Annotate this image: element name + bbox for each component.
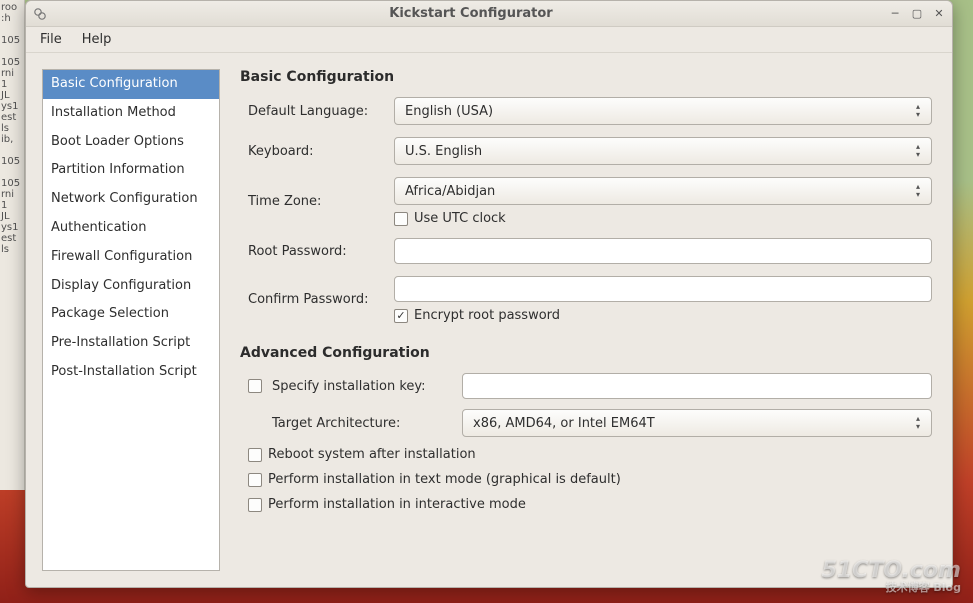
target-arch-value: x86, AMD64, or Intel EM64T (473, 416, 655, 431)
reboot-checkbox[interactable] (248, 448, 262, 462)
default-language-combo[interactable]: English (USA) ▴▾ (394, 97, 932, 125)
target-arch-combo[interactable]: x86, AMD64, or Intel EM64T ▴▾ (462, 409, 932, 437)
sidebar-item-package-selection[interactable]: Package Selection (43, 300, 219, 329)
interactive-label: Perform installation in interactive mode (268, 497, 526, 512)
timezone-combo[interactable]: Africa/Abidjan ▴▾ (394, 177, 932, 205)
sidebar-item-display-configuration[interactable]: Display Configuration (43, 272, 219, 301)
app-icon (32, 6, 48, 22)
sidebar-item-firewall-configuration[interactable]: Firewall Configuration (43, 243, 219, 272)
close-button[interactable]: ✕ (932, 7, 946, 21)
root-password-label: Root Password: (248, 244, 388, 259)
textmode-checkbox[interactable] (248, 473, 262, 487)
specify-key-label: Specify installation key: (272, 379, 452, 394)
sidebar-item-basic-configuration[interactable]: Basic Configuration (43, 70, 219, 99)
sidebar-item-authentication[interactable]: Authentication (43, 214, 219, 243)
maximize-button[interactable]: ▢ (910, 7, 924, 21)
confirm-password-input[interactable] (394, 276, 932, 302)
window-title: Kickstart Configurator (54, 6, 888, 21)
advanced-section: Advanced Configuration Specify installat… (240, 345, 932, 512)
sidebar-item-boot-loader-options[interactable]: Boot Loader Options (43, 128, 219, 157)
keyboard-value: U.S. English (405, 144, 482, 159)
root-password-input[interactable] (394, 238, 932, 264)
default-language-label: Default Language: (248, 104, 388, 119)
timezone-value: Africa/Abidjan (405, 184, 495, 199)
chevron-updown-icon: ▴▾ (909, 412, 927, 434)
main-panel: Basic Configuration Default Language: En… (240, 69, 936, 571)
reboot-label: Reboot system after installation (268, 447, 476, 462)
keyboard-combo[interactable]: U.S. English ▴▾ (394, 137, 932, 165)
sidebar-item-installation-method[interactable]: Installation Method (43, 99, 219, 128)
advanced-config-heading: Advanced Configuration (240, 345, 932, 361)
specify-key-checkbox[interactable] (248, 379, 262, 393)
menu-file[interactable]: File (32, 29, 70, 50)
sidebar: Basic ConfigurationInstallation MethodBo… (42, 69, 220, 571)
utc-checkbox[interactable] (394, 212, 408, 226)
chevron-updown-icon: ▴▾ (909, 140, 927, 162)
encrypt-label: Encrypt root password (414, 308, 560, 323)
window-controls: ─ ▢ ✕ (888, 7, 946, 21)
keyboard-label: Keyboard: (248, 144, 388, 159)
sidebar-item-network-configuration[interactable]: Network Configuration (43, 185, 219, 214)
target-arch-label: Target Architecture: (272, 416, 452, 431)
specify-key-input[interactable] (462, 373, 932, 399)
basic-config-heading: Basic Configuration (240, 69, 932, 85)
background-terminal-strip: roo :h 105 105 rni 1 JL ys1 est ls ib, 1… (0, 0, 25, 490)
interactive-checkbox[interactable] (248, 498, 262, 512)
chevron-updown-icon: ▴▾ (909, 100, 927, 122)
utc-label: Use UTC clock (414, 211, 506, 226)
menu-help[interactable]: Help (74, 29, 120, 50)
textmode-label: Perform installation in text mode (graph… (268, 472, 621, 487)
default-language-value: English (USA) (405, 104, 493, 119)
minimize-button[interactable]: ─ (888, 7, 902, 21)
encrypt-checkbox[interactable] (394, 309, 408, 323)
sidebar-item-post-installation-script[interactable]: Post-Installation Script (43, 358, 219, 387)
window-body: Basic ConfigurationInstallation MethodBo… (26, 53, 952, 587)
titlebar: Kickstart Configurator ─ ▢ ✕ (26, 1, 952, 27)
sidebar-item-pre-installation-script[interactable]: Pre-Installation Script (43, 329, 219, 358)
chevron-updown-icon: ▴▾ (909, 180, 927, 202)
menubar: File Help (26, 27, 952, 53)
configurator-window: Kickstart Configurator ─ ▢ ✕ File Help B… (25, 0, 953, 588)
basic-form: Default Language: English (USA) ▴▾ Keybo… (240, 97, 932, 323)
timezone-label: Time Zone: (248, 194, 388, 209)
sidebar-item-partition-information[interactable]: Partition Information (43, 156, 219, 185)
confirm-password-label: Confirm Password: (248, 292, 388, 307)
